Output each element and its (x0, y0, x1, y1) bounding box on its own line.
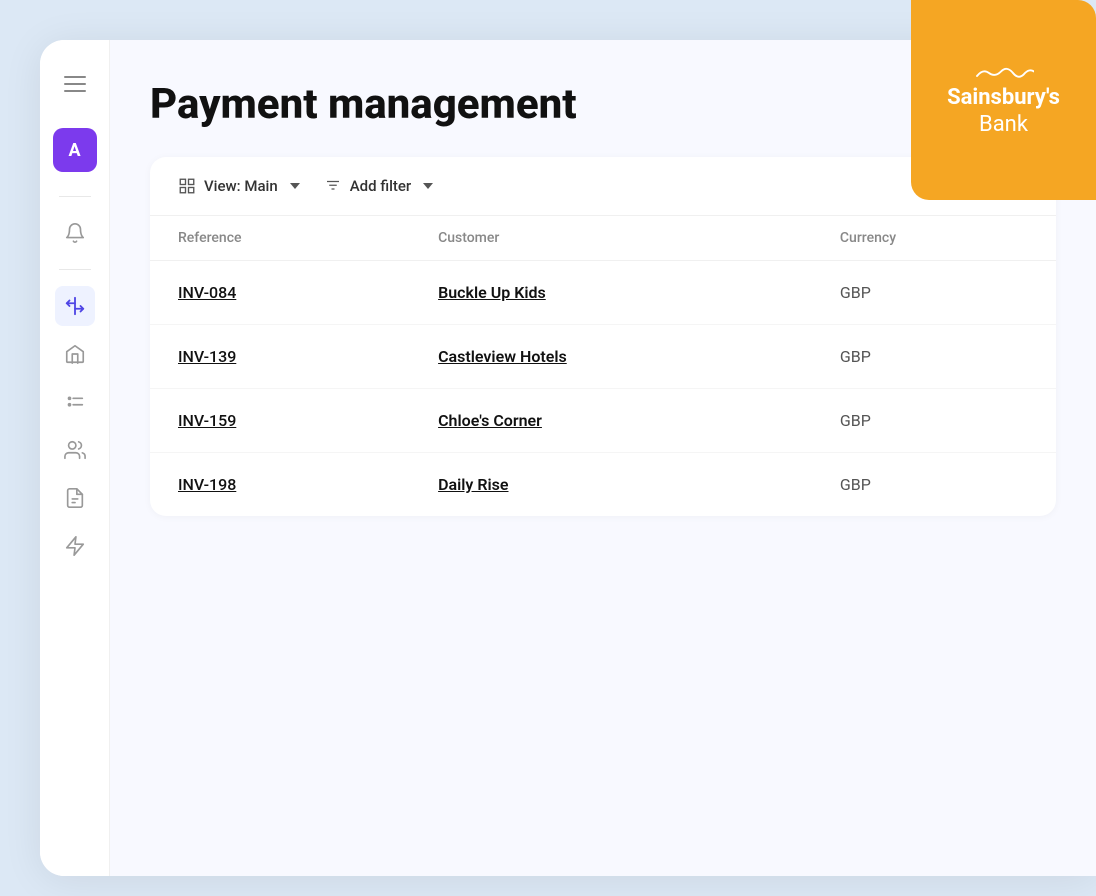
cell-reference: INV-084 (150, 261, 410, 325)
sidebar-item-team[interactable] (55, 430, 95, 470)
sidebar-item-lightning[interactable] (55, 526, 95, 566)
cell-currency: GBP (812, 325, 1056, 389)
sidebar-item-document[interactable] (55, 478, 95, 518)
reference-link[interactable]: INV-198 (178, 475, 236, 494)
reference-link[interactable]: INV-139 (178, 347, 236, 366)
hamburger-menu[interactable] (55, 64, 95, 104)
table-row: INV-084 Buckle Up Kids GBP (150, 261, 1056, 325)
add-filter-button[interactable]: Add filter (324, 177, 434, 195)
cell-reference: INV-159 (150, 389, 410, 453)
col-header-customer: Customer (410, 216, 812, 261)
filter-label: Add filter (350, 177, 412, 195)
cell-currency: GBP (812, 261, 1056, 325)
table-header-row: Reference Customer Currency (150, 216, 1056, 261)
filter-icon (324, 177, 342, 195)
cell-customer: Daily Rise (410, 453, 812, 517)
view-selector[interactable]: View: Main (178, 177, 300, 195)
reference-link[interactable]: INV-159 (178, 411, 236, 430)
table-row: INV-198 Daily Rise GBP (150, 453, 1056, 517)
cell-customer: Buckle Up Kids (410, 261, 812, 325)
logo-line2: Bank (979, 112, 1028, 137)
view-chevron-icon (290, 183, 300, 189)
col-header-reference: Reference (150, 216, 410, 261)
sidebar-item-home[interactable] (55, 334, 95, 374)
reference-link[interactable]: INV-084 (178, 283, 236, 302)
logo-line1: Sainsbury's (947, 85, 1060, 111)
cell-customer: Chloe's Corner (410, 389, 812, 453)
sidebar-divider-top (59, 196, 91, 197)
sidebar: A (40, 40, 110, 876)
view-label: View: Main (204, 177, 278, 195)
cell-customer: Castleview Hotels (410, 325, 812, 389)
sidebar-divider-mid (59, 269, 91, 270)
col-header-currency: Currency (812, 216, 1056, 261)
sidebar-item-notifications[interactable] (55, 213, 95, 253)
cell-reference: INV-198 (150, 453, 410, 517)
cell-reference: INV-139 (150, 325, 410, 389)
table-row: INV-139 Castleview Hotels GBP (150, 325, 1056, 389)
customer-link[interactable]: Buckle Up Kids (438, 283, 546, 302)
data-table: Reference Customer Currency INV-084 Buck… (150, 216, 1056, 516)
customer-link[interactable]: Chloe's Corner (438, 411, 542, 430)
cell-currency: GBP (812, 389, 1056, 453)
table-icon (178, 177, 196, 195)
sidebar-item-list[interactable] (55, 382, 95, 422)
table-area: View: Main Add filter Ref (150, 157, 1056, 516)
avatar[interactable]: A (53, 128, 97, 172)
customer-link[interactable]: Castleview Hotels (438, 347, 567, 366)
cell-currency: GBP (812, 453, 1056, 517)
sidebar-item-filter[interactable] (55, 286, 95, 326)
sainsburys-bank-logo: Sainsbury's Bank (911, 0, 1096, 200)
table-row: INV-159 Chloe's Corner GBP (150, 389, 1056, 453)
customer-link[interactable]: Daily Rise (438, 475, 508, 494)
filter-chevron-icon (423, 183, 433, 189)
